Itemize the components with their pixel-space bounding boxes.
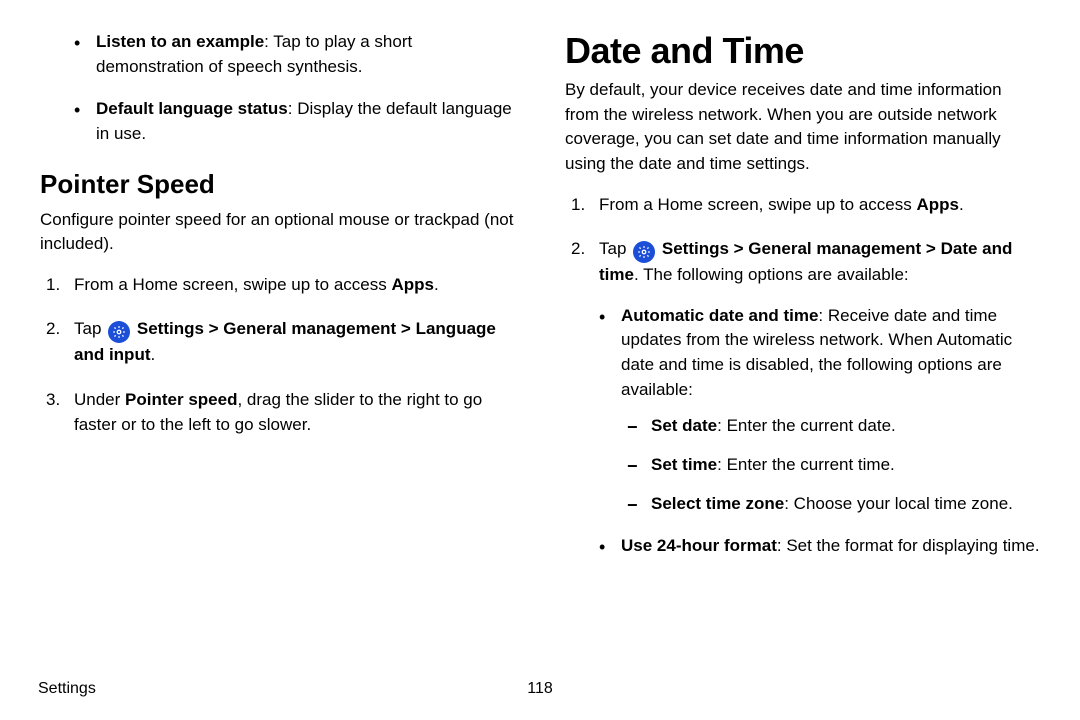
manual-time-options: Set date: Enter the current date. Set ti… [621, 414, 1040, 516]
pointer-speed-label: Pointer speed [125, 390, 237, 409]
footer-section-label: Settings [38, 680, 96, 698]
date-time-steps: From a Home screen, swipe up to access A… [565, 193, 1040, 559]
date-time-options: Automatic date and time: Receive date an… [599, 304, 1040, 559]
right-column: Date and Time By default, your device re… [540, 30, 1050, 700]
list-item: Default language status: Display the def… [96, 97, 515, 146]
page-number: 118 [527, 680, 553, 698]
pointer-speed-intro: Configure pointer speed for an optional … [40, 208, 515, 257]
step-text: From a Home screen, swipe up to access [599, 195, 916, 214]
manual-page: Listen to an example: Tap to play a shor… [0, 0, 1080, 720]
step-text: Tap [599, 239, 631, 258]
date-time-heading: Date and Time [565, 30, 1040, 72]
option-label: Automatic date and time [621, 306, 818, 325]
pointer-speed-heading: Pointer Speed [40, 169, 515, 200]
apps-label: Apps [391, 275, 434, 294]
step-text: . [434, 275, 439, 294]
apps-label: Apps [916, 195, 959, 214]
settings-icon [633, 241, 655, 263]
tts-options-list: Listen to an example: Tap to play a shor… [40, 30, 515, 147]
option-desc: : Enter the current time. [717, 455, 895, 474]
option-label: Set time [651, 455, 717, 474]
step-item: From a Home screen, swipe up to access A… [599, 193, 1040, 218]
step-text: From a Home screen, swipe up to access [74, 275, 391, 294]
settings-path: Settings > General management > Language… [74, 319, 496, 364]
list-item: Set time: Enter the current time. [651, 453, 1040, 478]
step-item: From a Home screen, swipe up to access A… [74, 273, 515, 298]
step-item: Tap Settings > General management > Date… [599, 237, 1040, 559]
option-label: Set date [651, 416, 717, 435]
option-label: Listen to an example [96, 32, 264, 51]
step-text: . [150, 345, 155, 364]
list-item: Automatic date and time: Receive date an… [621, 304, 1040, 516]
pointer-steps: From a Home screen, swipe up to access A… [40, 273, 515, 438]
step-text: . [959, 195, 964, 214]
option-desc: : Enter the current date. [717, 416, 896, 435]
date-time-intro: By default, your device receives date an… [565, 78, 1040, 177]
option-label: Default language status [96, 99, 288, 118]
option-label: Select time zone [651, 494, 784, 513]
option-desc: : Set the format for displaying time. [777, 536, 1040, 555]
option-desc: : Choose your local time zone. [784, 494, 1013, 513]
step-text: Tap [74, 319, 106, 338]
step-item: Tap Settings > General management > Lang… [74, 317, 515, 368]
list-item: Set date: Enter the current date. [651, 414, 1040, 439]
list-item: Listen to an example: Tap to play a shor… [96, 30, 515, 79]
settings-icon [108, 321, 130, 343]
step-text: Under [74, 390, 125, 409]
step-item: Under Pointer speed, drag the slider to … [74, 388, 515, 437]
step-text: . The following options are available: [634, 265, 909, 284]
left-column: Listen to an example: Tap to play a shor… [30, 30, 540, 700]
list-item: Use 24-hour format: Set the format for d… [621, 534, 1040, 559]
option-label: Use 24-hour format [621, 536, 777, 555]
list-item: Select time zone: Choose your local time… [651, 492, 1040, 517]
